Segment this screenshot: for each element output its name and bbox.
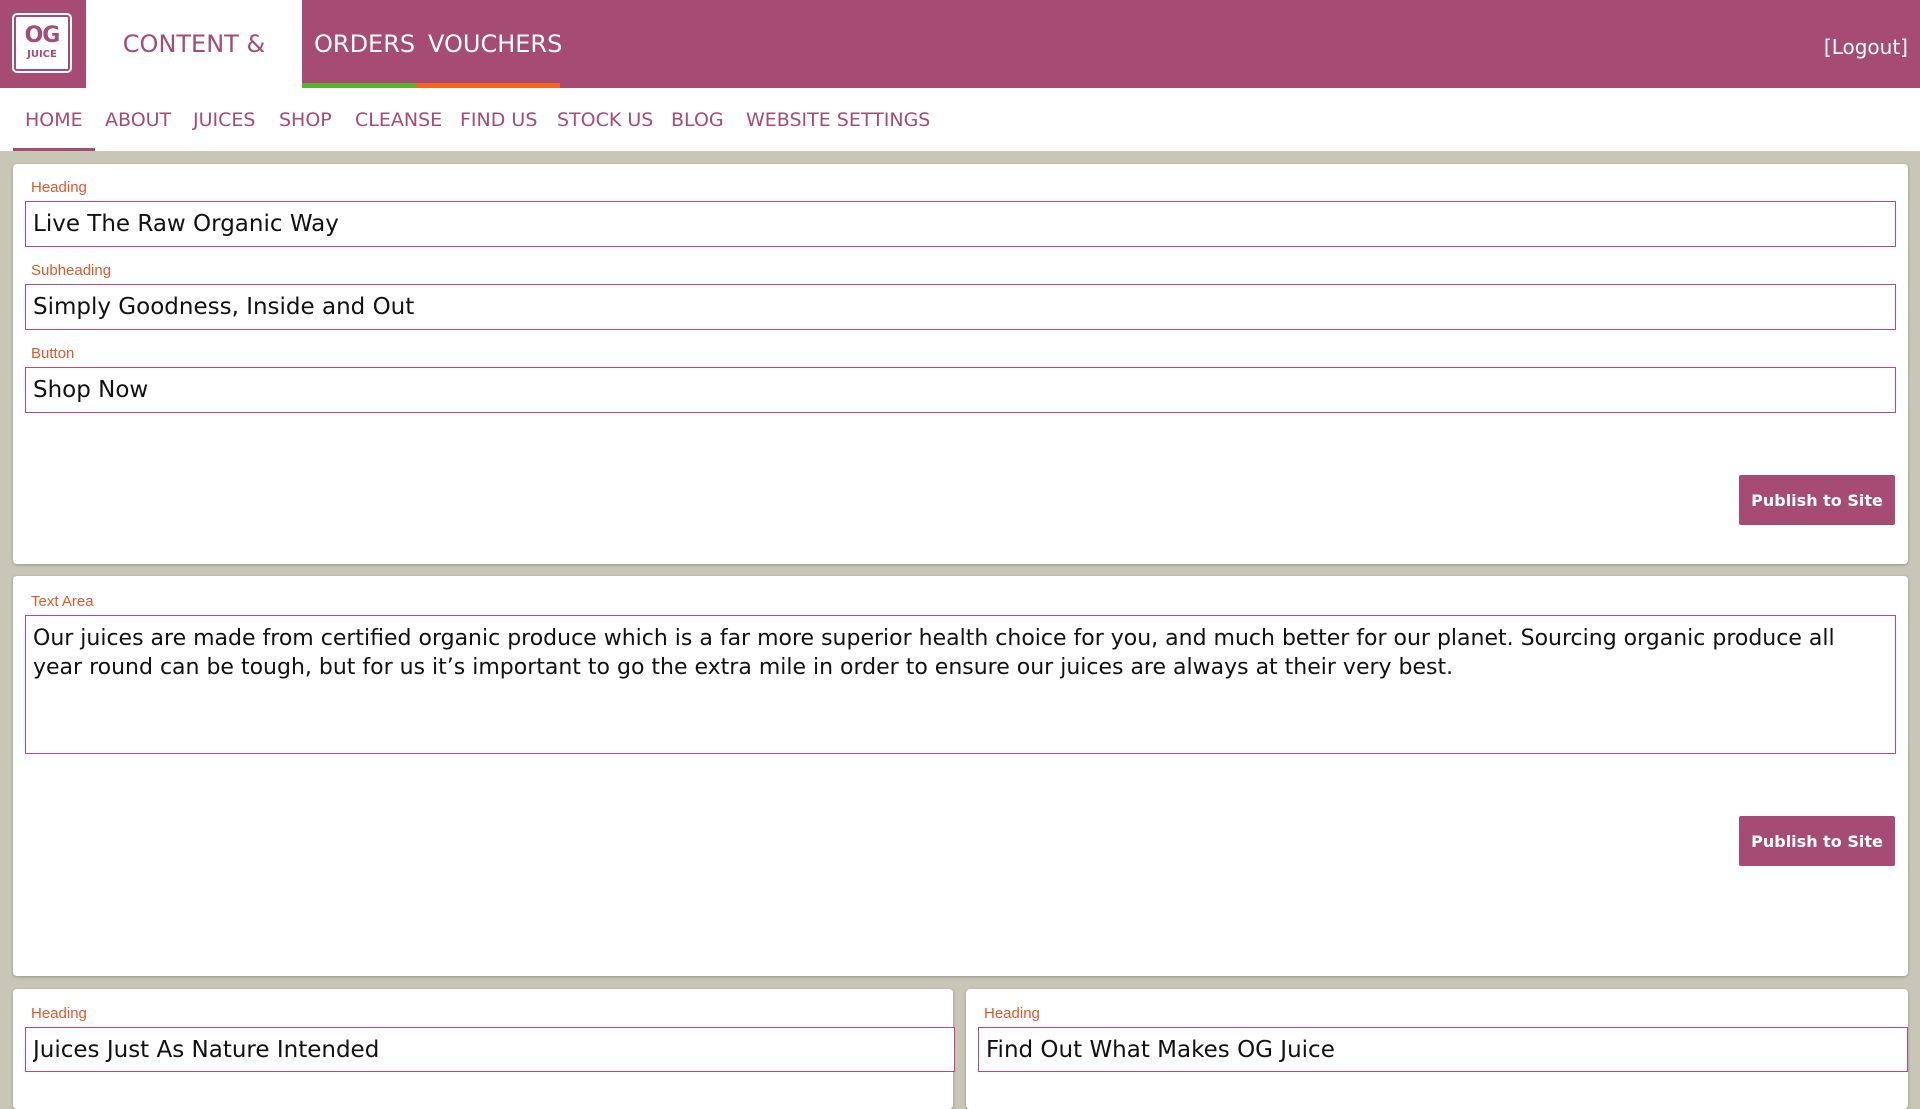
subnav-item-home[interactable]: HOME [13, 88, 95, 151]
button-text-label: Button [31, 345, 75, 362]
logo-juice-text: JUICE [27, 49, 57, 60]
intro-textarea[interactable]: Our juices are made from certified organ… [25, 615, 1896, 754]
subnav-item-cleanse[interactable]: CLEANSE [355, 88, 442, 148]
tab-orders[interactable]: ORDERS [302, 0, 416, 88]
hero-panel: Heading Subheading Button Publish to Sit… [13, 164, 1908, 564]
sub-navigation: HOME ABOUT JUICES SHOP CLEANSE FIND US S… [0, 88, 1920, 151]
subheading-input[interactable] [25, 284, 1896, 330]
left-heading-input[interactable] [25, 1027, 955, 1072]
logo-og-text: OG [24, 23, 61, 48]
subnav-item-find-us[interactable]: FIND US [460, 88, 537, 148]
text-area-label: Text Area [31, 593, 94, 610]
logo[interactable]: OG JUICE [0, 0, 86, 88]
publish-intro-button[interactable]: Publish to Site [1739, 816, 1895, 866]
button-text-input[interactable] [25, 367, 1896, 413]
publish-hero-button[interactable]: Publish to Site [1739, 475, 1895, 525]
top-bar: OG JUICE CONTENT & BLOG ORDERS VOUCHERS … [0, 0, 1920, 146]
tab-content-blog[interactable]: CONTENT & BLOG [86, 0, 302, 146]
intro-panel: Text Area Our juices are made from certi… [13, 576, 1908, 976]
right-card-panel: Heading [966, 989, 1908, 1109]
heading-input[interactable] [25, 201, 1896, 247]
right-heading-label: Heading [984, 1005, 1040, 1022]
subnav-item-website-settings[interactable]: WEBSITE SETTINGS [746, 88, 930, 148]
logout-link[interactable]: [Logout] [1824, 0, 1908, 88]
heading-label: Heading [31, 179, 87, 196]
og-juice-logo-icon: OG JUICE [14, 15, 70, 71]
subheading-label: Subheading [31, 262, 112, 279]
subnav-item-shop[interactable]: SHOP [279, 88, 332, 148]
subnav-item-juices[interactable]: JUICES [193, 88, 255, 148]
tab-vouchers[interactable]: VOUCHERS [416, 0, 562, 88]
left-card-panel: Heading [13, 989, 955, 1109]
subnav-item-blog[interactable]: BLOG [671, 88, 724, 148]
right-heading-input[interactable] [978, 1027, 1908, 1072]
subnav-item-about[interactable]: ABOUT [105, 88, 171, 148]
left-heading-label: Heading [31, 1005, 87, 1022]
subnav-item-stock-us[interactable]: STOCK US [557, 88, 653, 148]
